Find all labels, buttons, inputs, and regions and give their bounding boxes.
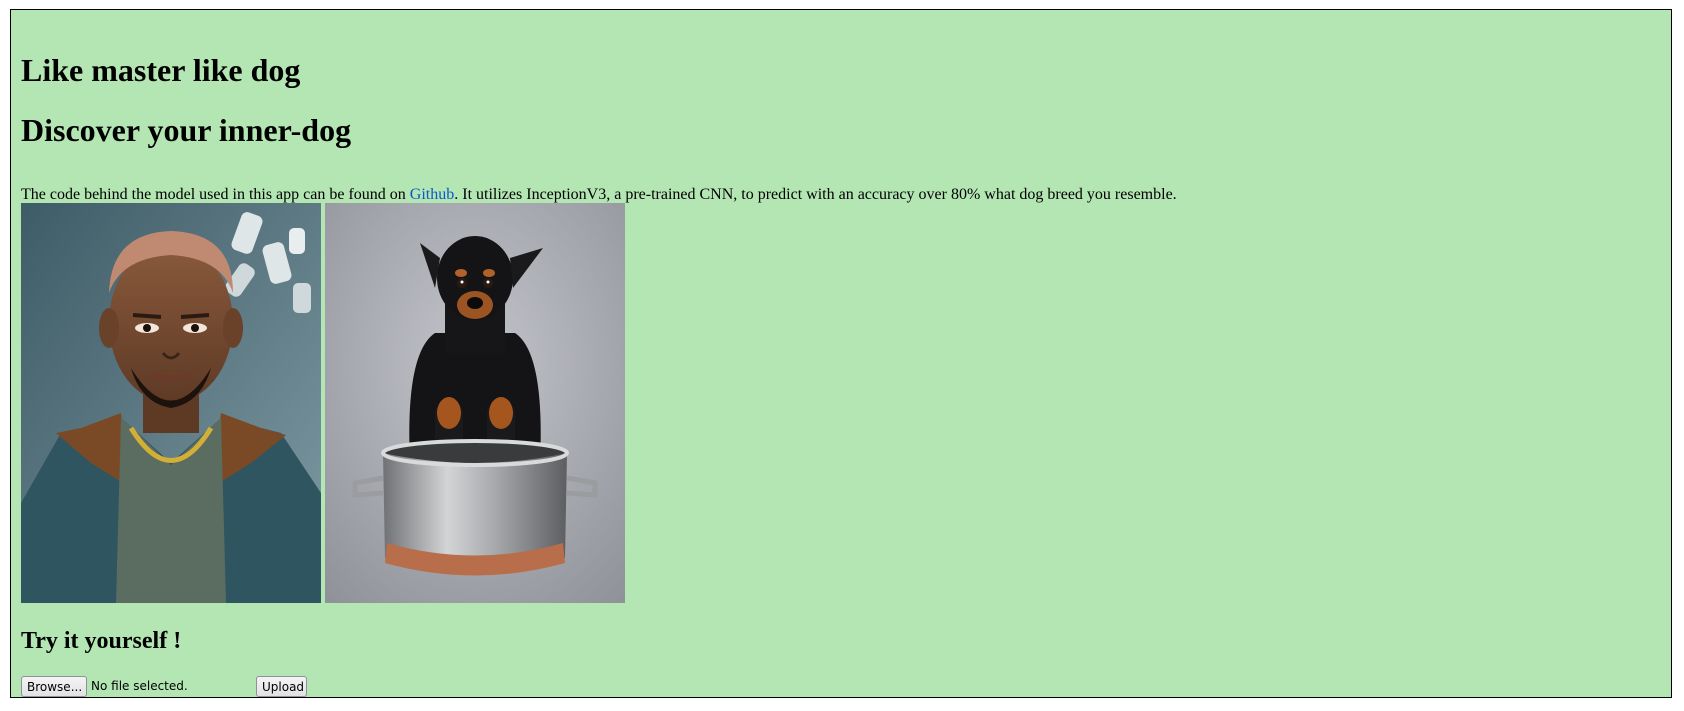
- page-title: Like master like dog: [21, 52, 301, 88]
- description-after-link: . It utilizes InceptionV3, a pre-trained…: [454, 186, 1177, 203]
- try-it-heading: Try it yourself !: [21, 628, 182, 654]
- description-text: The code behind the model used in this a…: [21, 185, 1177, 205]
- person-portrait-image: [21, 203, 321, 603]
- page-frame: Like master like dog Discover your inner…: [10, 9, 1672, 698]
- description-before-link: The code behind the model used in this a…: [21, 186, 410, 203]
- example-photos: [21, 203, 625, 603]
- upload-button[interactable]: Upload: [256, 676, 307, 697]
- dog-in-pot-image: [325, 203, 625, 603]
- page-subtitle: Discover your inner-dog: [21, 112, 352, 148]
- browse-button[interactable]: Browse...: [21, 676, 87, 697]
- file-status-text: No file selected.: [91, 679, 188, 693]
- github-link[interactable]: Github: [410, 186, 454, 203]
